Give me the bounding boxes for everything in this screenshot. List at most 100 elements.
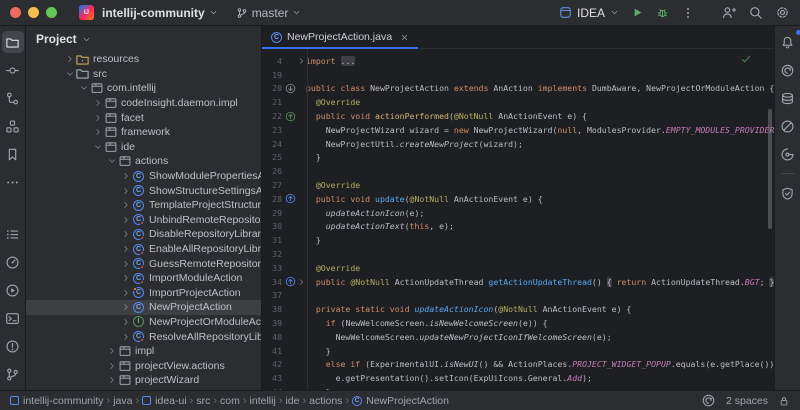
- tree-item-com.intellij[interactable]: com.intellij: [26, 81, 261, 96]
- overrides-marker-icon[interactable]: [284, 276, 297, 287]
- zoom-window-button[interactable]: [46, 7, 57, 18]
- settings-button[interactable]: [775, 5, 790, 20]
- fold-marker-icon[interactable]: [297, 56, 306, 66]
- tool-button-services[interactable]: [2, 279, 24, 301]
- chevron-right-icon[interactable]: [120, 215, 131, 225]
- tool-button-version-control[interactable]: [2, 363, 24, 385]
- code-line-30[interactable]: 30 updateActionText(this, e);: [262, 220, 774, 234]
- tree-item-actions[interactable]: actions: [26, 154, 261, 169]
- chevron-right-icon[interactable]: [106, 361, 117, 371]
- tool-button-structure[interactable]: [2, 115, 24, 137]
- code-with-me-button[interactable]: [721, 5, 736, 20]
- tool-button-profiler[interactable]: [2, 251, 24, 273]
- tool-button-database[interactable]: [777, 87, 799, 109]
- tool-button-pull-requests[interactable]: [2, 87, 24, 109]
- chevron-right-icon[interactable]: [92, 113, 103, 123]
- code-line-23[interactable]: 23 NewProjectWizard wizard = new NewProj…: [262, 123, 774, 137]
- tree-item-NewProjectAction[interactable]: CNewProjectAction: [26, 300, 261, 315]
- chevron-right-icon[interactable]: [120, 332, 131, 342]
- tree-item-DisableRepositoryLibrariesSh[interactable]: CDisableRepositoryLibrariesSh: [26, 227, 261, 242]
- code-line-20[interactable]: 20public class NewProjectAction extends …: [262, 82, 774, 96]
- tree-item-ShowStructureSettingsAction[interactable]: CShowStructureSettingsAction: [26, 183, 261, 198]
- tool-button-todo[interactable]: [2, 223, 24, 245]
- breadcrumb-item-intellij[interactable]: intellij: [250, 395, 276, 407]
- tool-button-endpoints[interactable]: [777, 143, 799, 165]
- tree-item-facet[interactable]: facet: [26, 110, 261, 125]
- breadcrumb-item-actions[interactable]: actions: [309, 395, 342, 407]
- tool-button-terminal[interactable]: [2, 307, 24, 329]
- chevron-right-icon[interactable]: [120, 317, 131, 327]
- lock-icon[interactable]: [778, 395, 790, 407]
- code-line-38[interactable]: 38 private static void updateActionIcon(…: [262, 302, 774, 316]
- chevron-right-icon[interactable]: [92, 98, 103, 108]
- tree-item-EnableAllRepositoryLibraries[interactable]: CEnableAllRepositoryLibraries: [26, 242, 261, 257]
- project-selector[interactable]: intellij-community: [102, 6, 218, 20]
- close-icon[interactable]: [400, 33, 409, 42]
- breadcrumb-item-intellij-community[interactable]: intellij-community: [10, 395, 104, 407]
- breadcrumb-item-NewProjectAction[interactable]: CNewProjectAction: [352, 395, 449, 407]
- chevron-down-icon[interactable]: [64, 69, 75, 79]
- inspections-ok-icon[interactable]: [740, 53, 752, 65]
- chevron-right-icon[interactable]: [120, 171, 131, 181]
- code-line-37[interactable]: 37: [262, 289, 774, 303]
- chevron-right-icon[interactable]: [120, 288, 131, 298]
- ai-assistant-status-icon[interactable]: [701, 393, 716, 408]
- chevron-right-icon[interactable]: [120, 273, 131, 283]
- breadcrumb-item-java[interactable]: java: [113, 395, 132, 407]
- code-line-29[interactable]: 29 updateActionIcon(e);: [262, 206, 774, 220]
- tree-item-impl[interactable]: impl: [26, 344, 261, 359]
- code-line-44[interactable]: 44 }: [262, 385, 774, 390]
- code-line-39[interactable]: 39 if (NewWelcomeScreen.isNewWelcomeScre…: [262, 316, 774, 330]
- code-line-22[interactable]: 22 public void actionPerformed(@NotNull …: [262, 109, 774, 123]
- code-line-31[interactable]: 31 }: [262, 233, 774, 247]
- tool-button-notifications[interactable]: [777, 31, 799, 53]
- chevron-right-icon[interactable]: [120, 259, 131, 269]
- search-everywhere-button[interactable]: [748, 5, 763, 20]
- tree-item-projectWizard[interactable]: projectWizard: [26, 373, 261, 388]
- chevron-right-icon[interactable]: [120, 186, 131, 196]
- branch-selector[interactable]: master: [236, 6, 302, 20]
- code-line-27[interactable]: 27 @Override: [262, 178, 774, 192]
- chevron-right-icon[interactable]: [120, 229, 131, 239]
- overrides-marker-icon[interactable]: [284, 111, 297, 122]
- tree-item-ResolveAllRepositoryLibrarie[interactable]: CResolveAllRepositoryLibrarie: [26, 329, 261, 344]
- tree-item-UnbindRemoteRepositoryFor[interactable]: CUnbindRemoteRepositoryFor: [26, 213, 261, 228]
- tree-item-ImportModuleAction[interactable]: CImportModuleAction: [26, 271, 261, 286]
- code-line-34[interactable]: 34 public @NotNull ActionUpdateThread ge…: [262, 275, 774, 289]
- tool-button-ai-assistant[interactable]: [777, 59, 799, 81]
- fold-marker-icon[interactable]: [297, 277, 306, 287]
- code-line-28[interactable]: 28 public void update(@NotNull AnActionE…: [262, 192, 774, 206]
- minimize-window-button[interactable]: [28, 7, 39, 18]
- chevron-right-icon[interactable]: [92, 127, 103, 137]
- tool-button-problems[interactable]: [2, 335, 24, 357]
- debug-button[interactable]: [656, 6, 669, 19]
- editor-scrollbar[interactable]: [768, 109, 772, 229]
- code-line-24[interactable]: 24 NewProjectUtil.createNewProject(wizar…: [262, 137, 774, 151]
- tree-item-ide[interactable]: ide: [26, 140, 261, 155]
- implemented-marker-icon[interactable]: [284, 83, 297, 94]
- code-line-32[interactable]: 32: [262, 247, 774, 261]
- code-area[interactable]: 4import ...1920public class NewProjectAc…: [262, 49, 774, 390]
- chevron-right-icon[interactable]: [120, 200, 131, 210]
- breadcrumb-item-ide[interactable]: ide: [285, 395, 299, 407]
- indent-indicator[interactable]: 2 spaces: [726, 395, 768, 407]
- tree-item-TemplateProjectStructureAction[interactable]: CTemplateProjectStructureAction: [26, 198, 261, 213]
- chevron-right-icon[interactable]: [64, 54, 75, 64]
- chevron-down-icon[interactable]: [78, 83, 89, 93]
- tool-button-dependencies[interactable]: [777, 182, 799, 204]
- chevron-right-icon[interactable]: [106, 375, 117, 385]
- tree-item-src[interactable]: src: [26, 67, 261, 82]
- project-panel-header[interactable]: Project: [26, 26, 261, 52]
- tool-button-coverage[interactable]: [777, 115, 799, 137]
- code-line-40[interactable]: 40 NewWelcomeScreen.updateNewProjectIcon…: [262, 330, 774, 344]
- code-line-19[interactable]: 19: [262, 68, 774, 82]
- code-line-41[interactable]: 41 }: [262, 344, 774, 358]
- tool-button-project[interactable]: [2, 31, 24, 53]
- tree-item-codeInsight.daemon.impl[interactable]: codeInsight.daemon.impl: [26, 96, 261, 111]
- more-actions-button[interactable]: [681, 6, 695, 20]
- code-line-21[interactable]: 21 @Override: [262, 95, 774, 109]
- code-line-25[interactable]: 25 }: [262, 151, 774, 165]
- breadcrumb-item-src[interactable]: src: [196, 395, 210, 407]
- code-line-43[interactable]: 43 e.getPresentation().setIcon(ExpUiIcon…: [262, 371, 774, 385]
- run-button[interactable]: [631, 6, 644, 19]
